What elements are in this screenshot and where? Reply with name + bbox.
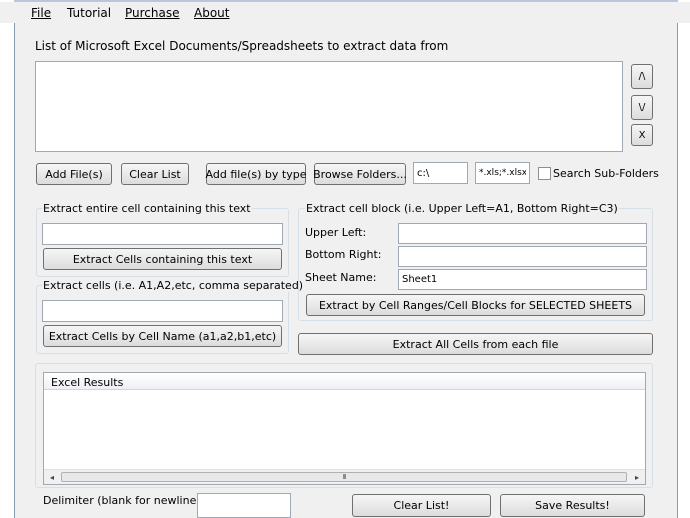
results-horizontal-scrollbar[interactable]: ◂ III ▸: [44, 469, 645, 484]
menu-about[interactable]: About: [194, 6, 229, 20]
upper-left-input[interactable]: [398, 223, 647, 244]
documents-list-label: List of Microsoft Excel Documents/Spread…: [35, 39, 449, 53]
extract-by-cell-ranges-button[interactable]: Extract by Cell Ranges/Cell Blocks for S…: [306, 294, 645, 316]
sheet-name-field[interactable]: [399, 270, 646, 289]
save-results-button[interactable]: Save Results!: [500, 494, 645, 517]
menu-about-label: About: [194, 6, 230, 20]
menu-bar: File Tutorial Purchase About: [0, 2, 690, 23]
extract-names-group-label: Extract cells (i.e. A1,A2,etc, comma sep…: [42, 279, 305, 292]
extract-text-field[interactable]: [43, 224, 282, 244]
extract-text-group-label: Extract entire cell containing this text: [42, 202, 252, 215]
scroll-right-icon[interactable]: ▸: [629, 470, 645, 484]
move-up-button[interactable]: /\: [631, 64, 653, 89]
browse-folders-button[interactable]: Browse Folders...: [313, 163, 407, 185]
add-files-by-type-button[interactable]: Add file(s) by type: [206, 163, 306, 185]
results-column-header-label: Excel Results: [51, 376, 124, 389]
results-listview[interactable]: Excel Results ◂ III ▸: [43, 372, 646, 485]
cell-names-input[interactable]: [42, 300, 283, 322]
sheet-name-input[interactable]: [398, 269, 647, 290]
menu-file-label: File: [31, 6, 52, 20]
scrollbar-grip-icon: III: [342, 473, 346, 481]
menu-file[interactable]: File: [31, 6, 51, 20]
file-types-field[interactable]: [476, 163, 529, 183]
bottom-right-field[interactable]: [399, 247, 646, 266]
delimiter-label: Delimiter (blank for newline): [43, 494, 201, 507]
menu-tutorial[interactable]: Tutorial: [67, 6, 111, 20]
folder-path-field[interactable]: [414, 163, 467, 183]
upper-left-field[interactable]: [399, 224, 646, 243]
file-types-input[interactable]: [475, 162, 530, 184]
folder-path-input[interactable]: [413, 162, 468, 184]
clear-results-button[interactable]: Clear List!: [352, 494, 491, 517]
bottom-right-input[interactable]: [398, 246, 647, 267]
menu-purchase[interactable]: Purchase: [125, 6, 180, 20]
remove-file-button[interactable]: X: [631, 124, 653, 146]
add-files-button[interactable]: Add File(s): [36, 163, 112, 185]
scroll-left-icon[interactable]: ◂: [44, 470, 60, 484]
extract-all-cells-button[interactable]: Extract All Cells from each file: [298, 333, 653, 355]
upper-left-label: Upper Left:: [305, 226, 367, 239]
search-subfolders-checkbox[interactable]: [538, 167, 551, 180]
extract-cells-containing-text-button[interactable]: Extract Cells containing this text: [43, 248, 282, 270]
delimiter-input[interactable]: [197, 493, 291, 518]
cell-names-field[interactable]: [43, 301, 282, 321]
extract-cells-by-name-button[interactable]: Extract Cells by Cell Name (a1,a2,b1,etc…: [43, 325, 282, 347]
documents-listbox[interactable]: [35, 61, 623, 152]
extract-block-group-label: Extract cell block (i.e. Upper Left=A1, …: [305, 202, 619, 215]
scrollbar-thumb[interactable]: III: [61, 472, 627, 482]
search-subfolders-label: Search Sub-Folders: [553, 167, 659, 180]
results-column-header[interactable]: Excel Results: [44, 373, 645, 390]
sheet-name-label: Sheet Name:: [305, 271, 377, 284]
move-down-button[interactable]: \/: [631, 95, 653, 120]
menu-purchase-label: Purchase: [125, 6, 180, 20]
extract-text-input[interactable]: [42, 223, 283, 245]
clear-list-button[interactable]: Clear List: [121, 163, 189, 185]
bottom-right-label: Bottom Right:: [305, 248, 382, 261]
delimiter-field[interactable]: [198, 494, 290, 517]
